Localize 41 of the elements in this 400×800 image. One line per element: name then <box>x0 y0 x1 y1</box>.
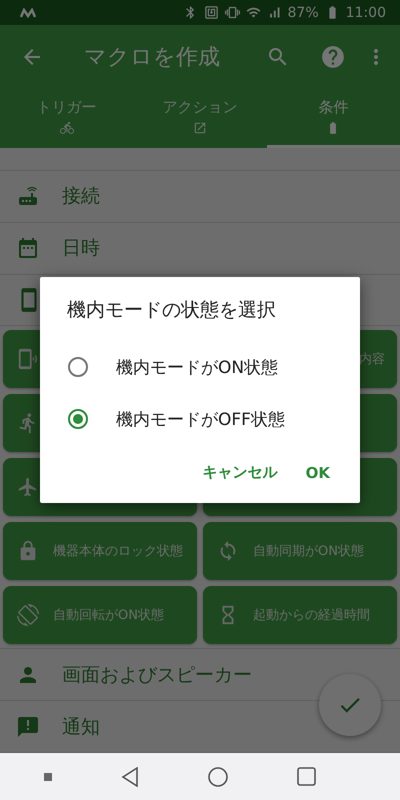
tile-label: 起動からの経過時間 <box>253 607 370 624</box>
dialog-button[interactable]: OK <box>296 455 340 490</box>
tile-label: 自動回転がON状態 <box>53 607 164 624</box>
vibrate-icon <box>224 5 240 20</box>
alert-icon <box>16 714 40 739</box>
category-label[interactable]: 接続 <box>62 183 100 210</box>
condition-tile[interactable]: 自動回転がON状態 <box>3 586 197 644</box>
clock-time: 11:00 <box>346 4 386 21</box>
option-label[interactable]: 機内モードがOFF状態 <box>116 408 285 430</box>
radio-button[interactable] <box>68 409 88 429</box>
screen-rotation-icon <box>17 604 39 626</box>
condition-tile[interactable]: 機器本体のロック状態 <box>3 522 197 580</box>
airplane-icon <box>17 476 39 498</box>
category-label[interactable]: 画面およびスピーカー <box>62 662 252 688</box>
tab[interactable]: アクション <box>133 88 267 148</box>
nfc-icon <box>204 5 219 20</box>
wifi-icon <box>246 5 261 20</box>
tile-label: 機器本体のロック状態 <box>53 543 183 560</box>
app-logo-icon <box>20 8 36 18</box>
tab[interactable]: トリガー <box>0 88 134 148</box>
phone-signal-icon <box>17 348 39 370</box>
screen-title: マクロを作成 <box>84 44 221 72</box>
tab[interactable]: 条件 <box>266 88 400 148</box>
bicycle-icon <box>60 120 74 135</box>
category-label[interactable]: 日時 <box>62 235 100 262</box>
back-triangle-icon[interactable] <box>121 766 140 786</box>
recents-square-icon[interactable] <box>296 767 316 786</box>
tile-label: 内容 <box>359 351 385 368</box>
home-circle-icon[interactable] <box>208 766 228 786</box>
calendar-icon <box>16 236 40 260</box>
condition-tile[interactable]: 自動同期がON状態 <box>203 522 397 580</box>
tile-label: 自動同期がON状態 <box>253 543 364 560</box>
option-label[interactable]: 機内モードがON状態 <box>116 356 278 378</box>
condition-tile[interactable]: 起動からの経過時間 <box>203 586 397 644</box>
help-icon[interactable] <box>320 44 346 70</box>
dialog-button[interactable]: キャンセル <box>192 455 288 490</box>
category-label[interactable]: 通知 <box>62 714 100 740</box>
radio-button[interactable] <box>68 357 88 377</box>
dialog-title: 機内モードの状態を選択 <box>67 298 277 323</box>
battery-percent: 87% <box>288 4 319 21</box>
external-link-icon <box>192 120 207 135</box>
